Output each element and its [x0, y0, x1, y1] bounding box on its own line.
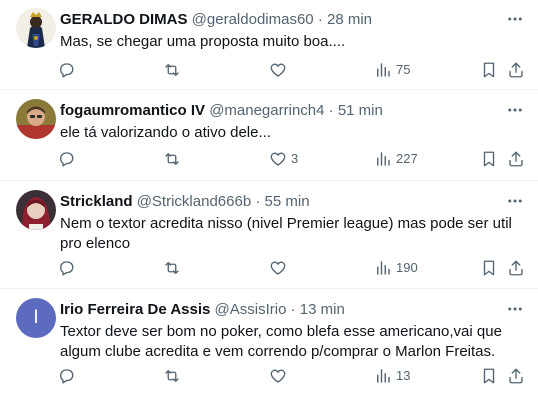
- author-handle[interactable]: @Strickland666b: [137, 193, 251, 210]
- retweet-button[interactable]: [163, 60, 185, 80]
- views-button[interactable]: 13: [374, 366, 410, 386]
- reply-button[interactable]: [57, 149, 79, 169]
- retweet-icon: [165, 262, 179, 274]
- share-icon: [509, 62, 523, 78]
- bookmark-icon: [483, 62, 495, 78]
- tweet-text: ele tá valorizando o ativo dele...: [60, 124, 271, 141]
- reply-button[interactable]: [57, 366, 79, 386]
- bookmark-button[interactable]: [480, 149, 498, 169]
- reply-icon: [60, 261, 74, 276]
- like-button[interactable]: [269, 258, 291, 278]
- view-count: 227: [396, 151, 418, 166]
- figure-avatar-image: [16, 8, 56, 48]
- tweet-header: Irio Ferreira De Assis @AssisIrio · 13 m…: [60, 300, 498, 320]
- heart-icon: [270, 261, 286, 275]
- tweet-card[interactable]: GERALDO DIMAS @geraldodimas60 · 28 min M…: [0, 0, 538, 90]
- reply-icon: [60, 63, 74, 78]
- view-count: 13: [396, 368, 411, 383]
- bookmark-icon: [483, 151, 495, 167]
- views-chart-icon: [377, 261, 390, 275]
- separator-dot: ·: [255, 193, 261, 210]
- like-button[interactable]: 3: [269, 149, 298, 169]
- retweet-icon: [165, 64, 179, 76]
- views-chart-icon: [377, 152, 390, 166]
- tweet-text: Mas, se chegar uma proposta muito boa...…: [60, 33, 346, 50]
- more-options-icon[interactable]: [506, 192, 524, 210]
- tweet-actions: 13: [0, 366, 538, 386]
- tweet-actions: 75: [0, 60, 538, 80]
- avatar-initial: I: [33, 307, 39, 328]
- share-button[interactable]: [507, 366, 525, 386]
- author-name[interactable]: GERALDO DIMAS: [60, 11, 188, 28]
- author-handle[interactable]: @AssisIrio: [215, 301, 287, 318]
- tweet-card[interactable]: I Irio Ferreira De Assis @AssisIrio · 13…: [0, 290, 538, 406]
- avatar[interactable]: [16, 190, 56, 230]
- author-handle[interactable]: @manegarrinch4: [209, 102, 324, 119]
- reply-feed: GERALDO DIMAS @geraldodimas60 · 28 min M…: [0, 0, 538, 406]
- like-button[interactable]: [269, 60, 291, 80]
- like-button[interactable]: [269, 366, 291, 386]
- tweet-text: Nem o textor acredita nisso (nivel Premi…: [60, 215, 512, 252]
- tweet-actions: 3 227: [0, 149, 538, 169]
- reply-icon: [60, 152, 74, 167]
- tweet-actions: 190: [0, 258, 538, 278]
- retweet-icon: [165, 370, 179, 382]
- heart-icon: [270, 369, 286, 383]
- views-chart-icon: [377, 369, 390, 383]
- timestamp[interactable]: 28 min: [327, 11, 372, 28]
- views-chart-icon: [377, 63, 390, 77]
- author-name[interactable]: fogaumromantico IV: [60, 102, 205, 119]
- share-button[interactable]: [507, 258, 525, 278]
- avatar[interactable]: [16, 99, 56, 139]
- tweet-header: GERALDO DIMAS @geraldodimas60 · 28 min: [60, 10, 498, 30]
- person-avatar-image: [16, 190, 56, 230]
- bookmark-icon: [483, 260, 495, 276]
- views-button[interactable]: 190: [374, 258, 418, 278]
- timestamp[interactable]: 55 min: [265, 193, 310, 210]
- share-button[interactable]: [507, 149, 525, 169]
- view-count: 190: [396, 260, 418, 275]
- bookmark-button[interactable]: [480, 258, 498, 278]
- reply-button[interactable]: [57, 258, 79, 278]
- reply-button[interactable]: [57, 60, 79, 80]
- share-icon: [509, 151, 523, 167]
- tweet-text: Textor deve ser bom no poker, como blefa…: [60, 323, 502, 360]
- author-handle[interactable]: @geraldodimas60: [192, 11, 314, 28]
- timestamp[interactable]: 51 min: [338, 102, 383, 119]
- author-name[interactable]: Strickland: [60, 193, 133, 210]
- retweet-button[interactable]: [163, 149, 185, 169]
- reply-icon: [60, 369, 74, 384]
- avatar[interactable]: [16, 8, 56, 48]
- tweet-header: fogaumromantico IV @manegarrinch4 · 51 m…: [60, 101, 498, 121]
- share-icon: [509, 368, 523, 384]
- more-options-icon[interactable]: [506, 300, 524, 318]
- tweet-card[interactable]: Strickland @Strickland666b · 55 min Nem …: [0, 182, 538, 289]
- share-button[interactable]: [507, 60, 525, 80]
- avatar[interactable]: I: [16, 298, 56, 338]
- more-options-icon[interactable]: [506, 101, 524, 119]
- tweet-header: Strickland @Strickland666b · 55 min: [60, 192, 498, 212]
- tweet-card[interactable]: fogaumromantico IV @manegarrinch4 · 51 m…: [0, 91, 538, 181]
- bookmark-button[interactable]: [480, 366, 498, 386]
- views-button[interactable]: 75: [374, 60, 410, 80]
- retweet-button[interactable]: [163, 366, 185, 386]
- separator-dot: ·: [328, 102, 334, 119]
- bookmark-button[interactable]: [480, 60, 498, 80]
- retweet-icon: [165, 153, 179, 165]
- person-avatar-image: [16, 99, 56, 139]
- author-name[interactable]: Irio Ferreira De Assis: [60, 301, 210, 318]
- share-icon: [509, 260, 523, 276]
- view-count: 75: [396, 62, 411, 77]
- like-count: 3: [291, 151, 299, 166]
- more-options-icon[interactable]: [506, 10, 524, 28]
- separator-dot: ·: [290, 301, 296, 318]
- separator-dot: ·: [317, 11, 323, 28]
- bookmark-icon: [483, 368, 495, 384]
- heart-icon: [270, 63, 286, 77]
- timestamp[interactable]: 13 min: [300, 301, 345, 318]
- views-button[interactable]: 227: [374, 149, 418, 169]
- heart-icon: [270, 152, 286, 166]
- retweet-button[interactable]: [163, 258, 185, 278]
